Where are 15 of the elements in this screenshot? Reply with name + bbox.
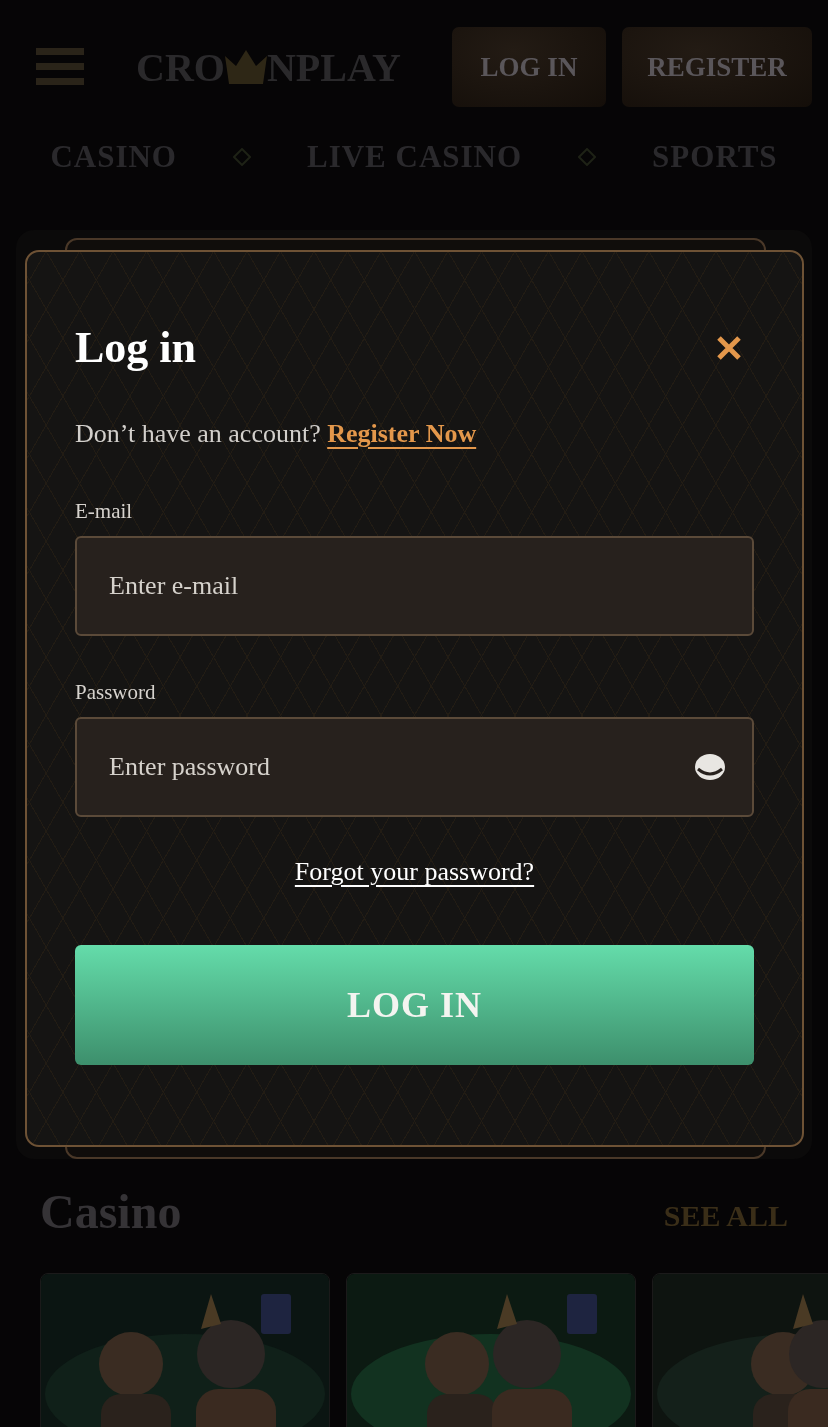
dialog-title: Log in (75, 322, 197, 374)
diamond-icon (578, 148, 597, 167)
field-label: Password (75, 680, 157, 706)
register-button[interactable]: REGISTER (622, 27, 812, 108)
field-label: E-mail (75, 499, 134, 525)
crown-icon (224, 50, 267, 85)
login-button[interactable]: LOG IN (452, 27, 606, 108)
login-submit-button[interactable]: LOG IN (75, 945, 754, 1066)
email-field[interactable]: Enter e-mail (75, 536, 754, 637)
password-field[interactable]: Enter password (75, 717, 754, 818)
diamond-icon (232, 148, 251, 167)
eye-icon[interactable] (694, 753, 726, 782)
register-link[interactable]: Register Now (327, 419, 477, 449)
forgot-password-link[interactable]: Forgot your password? (294, 857, 535, 888)
register-prompt: Don’t have an account? Register Now (75, 419, 478, 450)
